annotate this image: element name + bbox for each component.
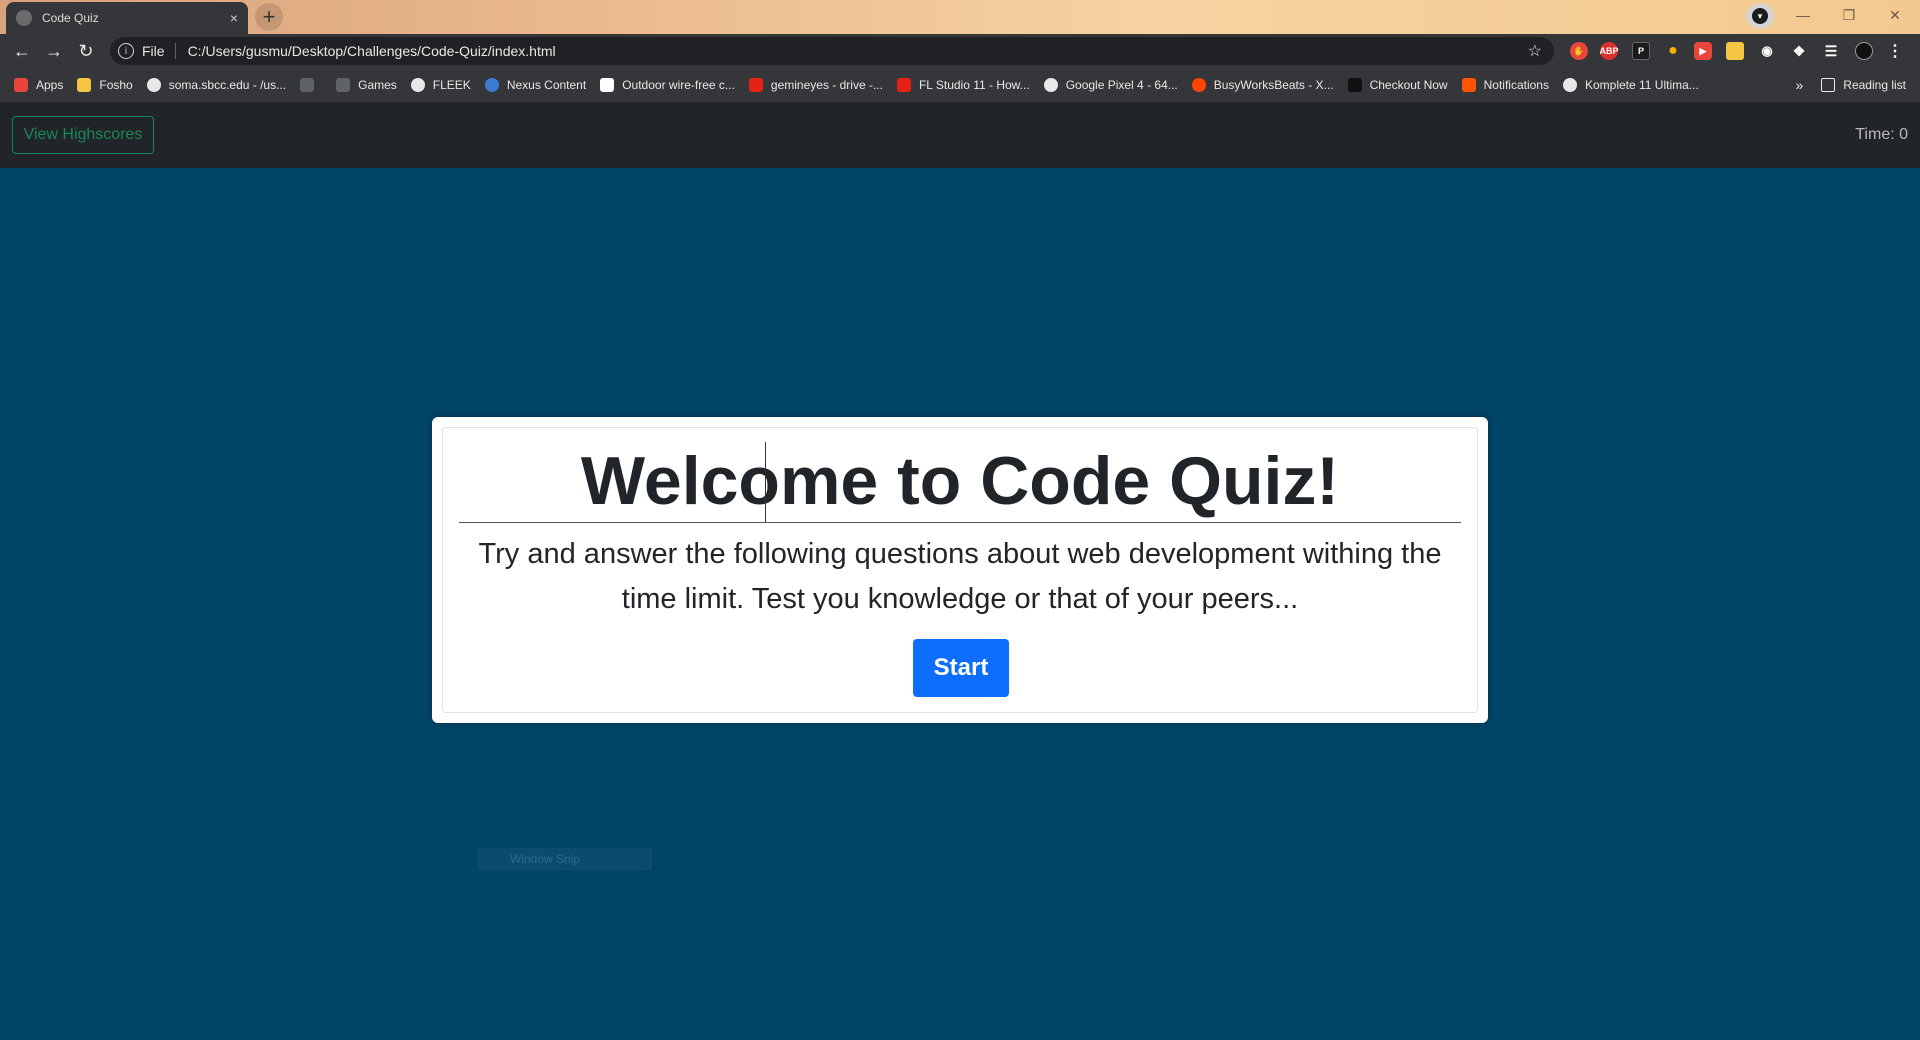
bookmark-label: FL Studio 11 - How... bbox=[918, 78, 1030, 92]
bookmark-item[interactable]: Notifications bbox=[1461, 78, 1549, 92]
bookmark-item[interactable]: FL Studio 11 - How... bbox=[896, 78, 1030, 92]
reddit-icon bbox=[1191, 78, 1206, 92]
welcome-card-body: Welcome to Code Quiz! Try and answer the… bbox=[442, 427, 1478, 713]
adblock-extension-icon[interactable]: ✋ bbox=[1570, 42, 1588, 60]
window-snip-overlay: Window Snip bbox=[478, 848, 652, 870]
view-highscores-button[interactable]: View Highscores bbox=[12, 116, 154, 154]
bookmark-item[interactable]: FLEEK bbox=[410, 78, 471, 92]
text-cursor bbox=[765, 442, 766, 522]
start-button[interactable]: Start bbox=[913, 639, 1009, 697]
globe-icon bbox=[1043, 78, 1058, 92]
bookmarks-end: » Reading list bbox=[1796, 77, 1907, 93]
welcome-title: Welcome to Code Quiz! bbox=[580, 443, 1340, 519]
close-window-button[interactable]: ✕ bbox=[1872, 0, 1918, 30]
chevron-down-icon: ▾ bbox=[1752, 8, 1768, 24]
bookmark-label: Komplete 11 Ultima... bbox=[1584, 78, 1699, 92]
glasses-extension-icon[interactable]: ◉ bbox=[1758, 42, 1776, 60]
browser-toolbar: ← → ↻ i File C:/Users/gusmu/Desktop/Chal… bbox=[0, 34, 1920, 68]
bookmarks-bar: Apps Fosho soma.sbcc.edu - /us... Games FLEE… bbox=[0, 68, 1920, 102]
reload-button[interactable]: ↻ bbox=[70, 35, 102, 67]
nexus-icon bbox=[484, 78, 499, 92]
abp-extension-icon[interactable]: ABP bbox=[1600, 42, 1619, 60]
url-scheme: File bbox=[142, 43, 176, 59]
profile-avatar[interactable] bbox=[1855, 42, 1873, 60]
page-navbar: View Highscores Time: 0 bbox=[0, 102, 1920, 168]
reading-list-icon bbox=[1821, 78, 1836, 92]
bookmark-label: Apps bbox=[36, 78, 64, 92]
bookmark-label: Nexus Content bbox=[506, 78, 587, 92]
apps-grid-icon bbox=[14, 78, 28, 92]
bookmark-item[interactable]: Google Pixel 4 - 64... bbox=[1043, 78, 1178, 92]
bookmark-item[interactable]: soma.sbcc.edu - /us... bbox=[146, 78, 287, 92]
title-divider bbox=[459, 522, 1461, 523]
address-bar[interactable]: i File C:/Users/gusmu/Desktop/Challenges… bbox=[110, 37, 1554, 65]
minimize-button[interactable]: — bbox=[1780, 0, 1826, 30]
bookmarks-overflow-button[interactable]: » bbox=[1796, 77, 1804, 93]
bookmark-item[interactable]: Apps bbox=[14, 78, 63, 92]
tab-search-button[interactable]: ▾ bbox=[1746, 4, 1774, 28]
bookmark-label: gemineyes - drive -... bbox=[770, 78, 883, 92]
bulb-extension-icon[interactable]: ● bbox=[1664, 42, 1682, 60]
notes-extension-icon[interactable] bbox=[1726, 42, 1744, 60]
timer-display: Time: 0 bbox=[1855, 126, 1908, 143]
folder-icon bbox=[77, 78, 92, 92]
folder-icon bbox=[336, 78, 351, 92]
blank-page-icon bbox=[300, 78, 315, 92]
tab-close-button[interactable]: × bbox=[230, 10, 238, 26]
forward-button[interactable]: → bbox=[38, 35, 70, 67]
site-info-icon[interactable]: i bbox=[118, 43, 134, 59]
tab-title: Code Quiz bbox=[42, 11, 99, 25]
bookmark-label: FLEEK bbox=[432, 78, 471, 92]
bookmark-item[interactable]: Komplete 11 Ultima... bbox=[1562, 78, 1699, 92]
bookmark-star-icon[interactable]: ☆ bbox=[1528, 41, 1542, 61]
bookmark-label: Games bbox=[358, 78, 397, 92]
welcome-card: Welcome to Code Quiz! Try and answer the… bbox=[432, 417, 1488, 723]
url-text[interactable]: C:/Users/gusmu/Desktop/Challenges/Code-Q… bbox=[188, 43, 556, 59]
video-extension-icon[interactable]: ▶ bbox=[1694, 42, 1712, 60]
bookmark-item[interactable]: Nexus Content bbox=[484, 78, 587, 92]
browser-tab[interactable]: Code Quiz × bbox=[6, 2, 248, 34]
bookmark-item[interactable]: Games bbox=[336, 78, 397, 92]
bookmark-item[interactable]: BusyWorksBeats - X... bbox=[1191, 78, 1334, 92]
soundcloud-icon bbox=[1461, 78, 1476, 92]
checkout-icon bbox=[1347, 78, 1362, 92]
bookmark-item[interactable] bbox=[300, 78, 322, 92]
bookmark-label: Checkout Now bbox=[1369, 78, 1448, 92]
reading-list-button[interactable]: Reading list bbox=[1843, 78, 1906, 92]
new-tab-button[interactable]: + bbox=[255, 3, 283, 31]
bookmark-label: Notifications bbox=[1483, 78, 1549, 92]
restore-button[interactable]: ❐ bbox=[1826, 0, 1872, 30]
globe-icon bbox=[146, 78, 161, 92]
bookmark-label: Fosho bbox=[99, 78, 133, 92]
welcome-description: Try and answer the following questions a… bbox=[478, 538, 1442, 615]
bookmark-item[interactable]: Checkout Now bbox=[1347, 78, 1448, 92]
bookmark-item[interactable]: gemineyes - drive -... bbox=[748, 78, 883, 92]
youtube-icon bbox=[896, 78, 911, 92]
globe-icon bbox=[410, 78, 425, 92]
bookmark-label: BusyWorksBeats - X... bbox=[1213, 78, 1334, 92]
bookmark-item[interactable]: Outdoor wire-free c... bbox=[600, 78, 735, 92]
media-control-icon[interactable]: ☰ bbox=[1822, 42, 1840, 60]
tab-strip: Code Quiz × + ▾ — ❐ ✕ bbox=[0, 0, 1920, 34]
tab-favicon-icon bbox=[16, 10, 32, 26]
bookmark-item[interactable]: Fosho bbox=[77, 78, 133, 92]
extensions-puzzle-icon[interactable]: ❖ bbox=[1790, 42, 1808, 60]
youtube-icon bbox=[748, 78, 763, 92]
bookmark-label: Outdoor wire-free c... bbox=[622, 78, 735, 92]
globe-icon bbox=[1562, 78, 1577, 92]
amazon-icon bbox=[600, 78, 615, 92]
bookmark-label: soma.sbcc.edu - /us... bbox=[168, 78, 287, 92]
p-extension-icon[interactable]: P bbox=[1632, 42, 1650, 60]
back-button[interactable]: ← bbox=[6, 35, 38, 67]
bookmark-label: Google Pixel 4 - 64... bbox=[1065, 78, 1178, 92]
menu-kebab-icon[interactable]: ⋮ bbox=[1886, 42, 1904, 60]
